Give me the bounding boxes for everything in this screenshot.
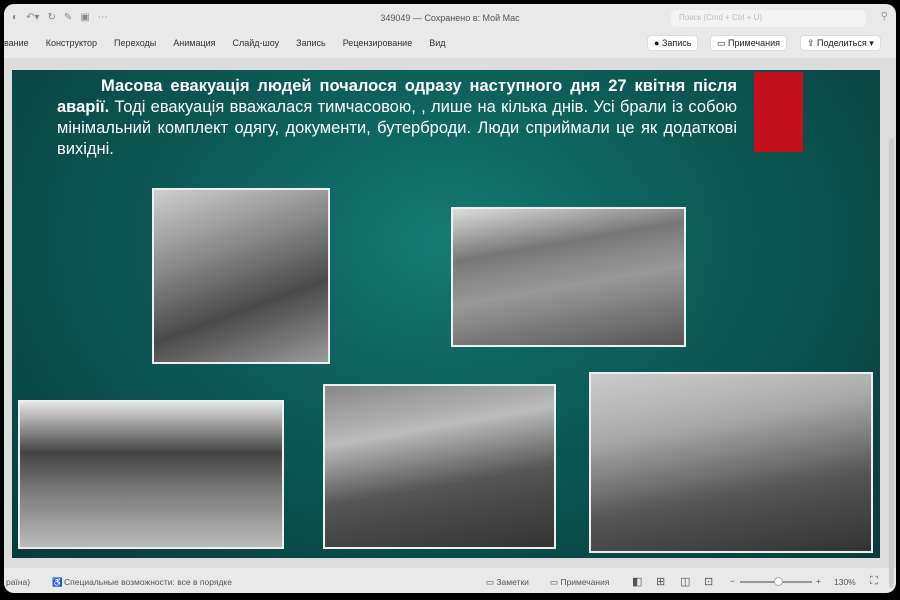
slide-sorter-icon[interactable]: ⊞: [656, 575, 665, 588]
tab-transitions[interactable]: Переходы: [114, 38, 156, 48]
fit-to-window-icon[interactable]: ⛶: [870, 575, 878, 588]
photo-bus-convoy-road[interactable]: [18, 400, 284, 549]
tab-design[interactable]: Конструктор: [46, 38, 97, 48]
app-window: ◐ ↶▾ ↻ ✎ ▣ ⋯ 349049 — Сохранено в: Мой Mac По…: [4, 4, 896, 593]
ribbon-tabs: вание Конструктор Переходы Анимация Слай…: [4, 34, 896, 54]
language-status[interactable]: раїна): [6, 577, 30, 587]
tab-animations[interactable]: Анимация: [173, 38, 215, 48]
accent-rectangle[interactable]: [754, 72, 803, 152]
status-comments-button[interactable]: ▭ Примечания: [550, 577, 609, 588]
user-icon[interactable]: ⚲: [881, 11, 888, 22]
zoom-out-button[interactable]: −: [730, 576, 735, 586]
tab-drawing[interactable]: вание: [4, 38, 29, 48]
tab-record[interactable]: Запись: [296, 38, 326, 48]
search-input[interactable]: Поиск (Cmd + Ctrl + U): [671, 10, 866, 27]
slide-canvas: Масова евакуація людей почалося одразу н…: [4, 58, 896, 588]
zoom-slider-thumb[interactable]: [774, 577, 783, 586]
photo-bus-convoy-highway[interactable]: [451, 207, 686, 347]
title-bar: ◐ ↶▾ ↻ ✎ ▣ ⋯ 349049 — Сохранено в: Мой Mac По…: [4, 4, 896, 32]
accessibility-icon: ♿: [52, 577, 63, 587]
vertical-scrollbar[interactable]: [889, 138, 894, 588]
comments-button[interactable]: ▭ Примечания: [710, 35, 787, 51]
tab-view[interactable]: Вид: [429, 38, 445, 48]
slide-text-body: Тоді евакуація вважалася тимчасовою, , л…: [57, 98, 737, 158]
photo-people-by-bus[interactable]: [589, 372, 873, 553]
photo-train-platform[interactable]: [323, 384, 556, 549]
share-label: Поделиться: [817, 38, 867, 48]
share-button[interactable]: ⇪ Поделиться ▾: [800, 35, 881, 51]
notes-button[interactable]: ▭ Заметки: [486, 577, 529, 588]
record-button[interactable]: ● Запись: [647, 35, 699, 51]
status-bar: раїна) ♿ Специальные возможности: все в …: [4, 572, 896, 592]
photo-bus-in-forest[interactable]: [152, 188, 330, 364]
presenter-view-icon[interactable]: ⊡: [704, 575, 713, 588]
slide-text[interactable]: Масова евакуація людей почалося одразу н…: [57, 76, 737, 160]
normal-view-icon[interactable]: ◧: [632, 575, 642, 588]
record-label: Запись: [661, 38, 692, 48]
notes-label: Заметки: [496, 577, 529, 587]
tab-review[interactable]: Рецензирование: [343, 38, 413, 48]
tab-slideshow[interactable]: Слайд-шоу: [233, 38, 280, 48]
slide[interactable]: Масова евакуація людей почалося одразу н…: [12, 70, 880, 558]
comments-label: Примечания: [728, 38, 780, 48]
reading-view-icon[interactable]: ◫: [680, 575, 690, 588]
zoom-in-button[interactable]: +: [816, 576, 821, 586]
status-comments-label: Примечания: [560, 577, 610, 587]
zoom-level[interactable]: 130%: [834, 577, 856, 587]
accessibility-status[interactable]: Специальные возможности: все в порядке: [64, 577, 232, 587]
